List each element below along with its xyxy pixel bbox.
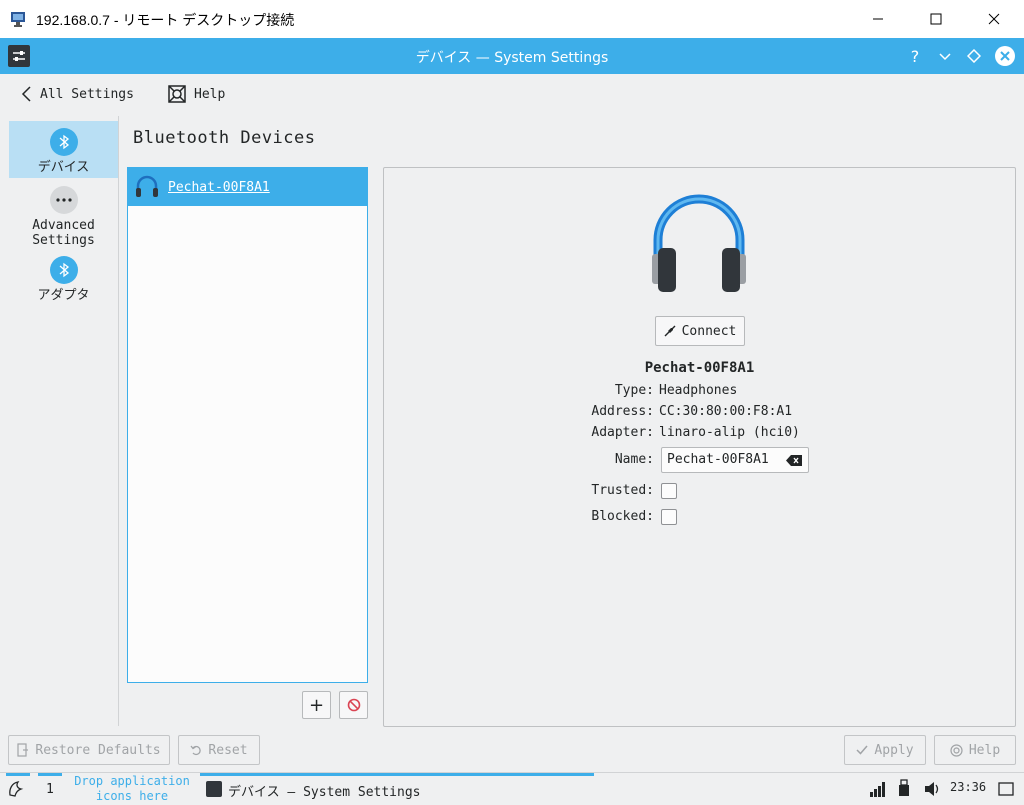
rdp-minimize-button[interactable] [849, 0, 907, 38]
all-settings-button[interactable]: All Settings [20, 85, 134, 103]
window-help-button[interactable]: ? [902, 43, 928, 69]
main-content: デバイス Advanced Settings アダプタ Bluetooth De… [0, 116, 1024, 772]
close-icon [988, 13, 1000, 25]
toolbar-help-button[interactable]: Help [168, 85, 225, 103]
reset-label: Reset [208, 742, 248, 758]
taskbar: 1 Drop application icons here デバイス — Sys… [0, 772, 1024, 805]
pager-indicator [38, 773, 62, 776]
clock[interactable]: 23:36 [950, 780, 986, 794]
more-icon [49, 186, 78, 214]
kde-title-bar: デバイス — System Settings ? [0, 38, 1024, 74]
remove-device-button[interactable] [339, 691, 368, 719]
chevron-left-icon [21, 86, 31, 102]
drop-zone-line1: Drop application [74, 774, 190, 788]
help-button[interactable]: Help [934, 735, 1016, 765]
reset-button[interactable]: Reset [178, 735, 260, 765]
help-label: Help [968, 742, 1001, 758]
help-label: Help [194, 86, 226, 102]
type-label: Type: [614, 383, 654, 398]
clear-text-icon[interactable] [786, 455, 802, 466]
apply-label: Apply [874, 742, 914, 758]
headphones-icon [136, 175, 158, 197]
blocked-label: Blocked: [591, 509, 654, 524]
task-system-settings[interactable]: デバイス — System Settings [200, 773, 594, 804]
plug-icon [664, 325, 676, 337]
restore-defaults-button[interactable]: Restore Defaults [8, 735, 170, 765]
device-name-link[interactable]: Pechat-00F8A1 [168, 180, 270, 195]
task-active-indicator [200, 773, 594, 776]
window-close-button[interactable] [992, 43, 1018, 69]
plus-icon: + [308, 694, 325, 716]
device-list[interactable]: Pechat-00F8A1 [127, 167, 368, 683]
sidebar-item-label: Advanced [32, 218, 95, 233]
minimize-icon [873, 18, 883, 20]
sidebar-item-label-line2: Settings [32, 233, 95, 248]
list-item[interactable]: Pechat-00F8A1 [128, 168, 367, 206]
name-field[interactable]: Pechat-00F8A1 [661, 447, 809, 473]
rdp-maximize-button[interactable] [907, 0, 965, 38]
remote-desktop-icon [11, 12, 25, 27]
rdp-close-button[interactable] [965, 0, 1023, 38]
help-lifebuoy-icon [950, 743, 963, 757]
adapter-value: linaro-alip (hci0) [659, 425, 800, 440]
device-details-panel: Connect Pechat-00F8A1 Type: Headphones A… [383, 167, 1016, 727]
blocked-checkbox[interactable] [661, 509, 677, 525]
help-lifebuoy-icon [168, 85, 186, 103]
minimize-icon [939, 53, 951, 61]
device-name-heading: Pechat-00F8A1 [644, 360, 755, 376]
show-desktop-icon[interactable] [998, 782, 1014, 796]
sidebar-item-label: アダプタ [37, 288, 90, 303]
drop-zone-line2: icons here [95, 789, 169, 803]
help-icon: ? [910, 46, 920, 66]
adapter-label: Adapter: [591, 425, 654, 440]
address-value: CC:30:80:00:F8:A1 [659, 404, 793, 419]
window-keep-above-button[interactable] [961, 43, 987, 69]
window-title: デバイス — System Settings [415, 50, 609, 66]
check-icon [856, 745, 868, 755]
bluetooth-icon [49, 256, 78, 284]
add-device-button[interactable]: + [302, 691, 331, 719]
name-label: Name: [614, 452, 654, 467]
sidebar-item-adapters[interactable]: アダプタ [9, 256, 118, 308]
trusted-label: Trusted: [591, 483, 654, 498]
page-title: Bluetooth Devices [133, 128, 316, 148]
rdp-title-bar: 192.168.0.7 - リモート デスクトップ接続 [0, 0, 1024, 38]
trusted-checkbox[interactable] [661, 483, 677, 499]
launcher-indicator [6, 773, 30, 776]
sidebar-item-advanced-settings[interactable]: Advanced Settings [9, 186, 118, 248]
remove-icon [347, 698, 360, 712]
headphones-icon [652, 194, 746, 292]
address-label: Address: [591, 404, 654, 419]
task-title: デバイス — System Settings [228, 785, 421, 800]
toolbar: All Settings Help [0, 74, 1024, 116]
sidebar-item-devices[interactable]: デバイス [9, 121, 118, 178]
type-value: Headphones [659, 383, 738, 398]
connect-label: Connect [681, 323, 737, 339]
app-launcher-icon[interactable] [6, 779, 26, 799]
rdp-window-title: 192.168.0.7 - リモート デスクトップ接続 [36, 12, 295, 28]
virtual-desktop-pager[interactable]: 1 [46, 782, 54, 797]
sidebar: デバイス Advanced Settings アダプタ [9, 120, 118, 726]
volume-icon[interactable] [924, 781, 942, 797]
restore-defaults-label: Restore Defaults [35, 742, 161, 758]
usb-device-icon[interactable] [897, 779, 911, 797]
window-minimize-button[interactable] [932, 43, 958, 69]
keep-above-icon [967, 49, 981, 63]
network-icon[interactable] [869, 780, 887, 798]
sidebar-divider [118, 116, 119, 726]
apply-button[interactable]: Apply [844, 735, 926, 765]
sidebar-item-label: デバイス [37, 160, 90, 175]
launcher-drop-zone: Drop application icons here [66, 774, 198, 804]
all-settings-label: All Settings [40, 86, 134, 102]
maximize-icon [930, 13, 942, 25]
connect-button[interactable]: Connect [655, 316, 745, 346]
restore-document-icon [17, 743, 29, 757]
bluetooth-icon [49, 128, 78, 156]
settings-sliders-icon [206, 781, 222, 797]
undo-icon [190, 745, 202, 756]
close-icon [995, 46, 1015, 66]
name-field-value: Pechat-00F8A1 [667, 452, 769, 467]
